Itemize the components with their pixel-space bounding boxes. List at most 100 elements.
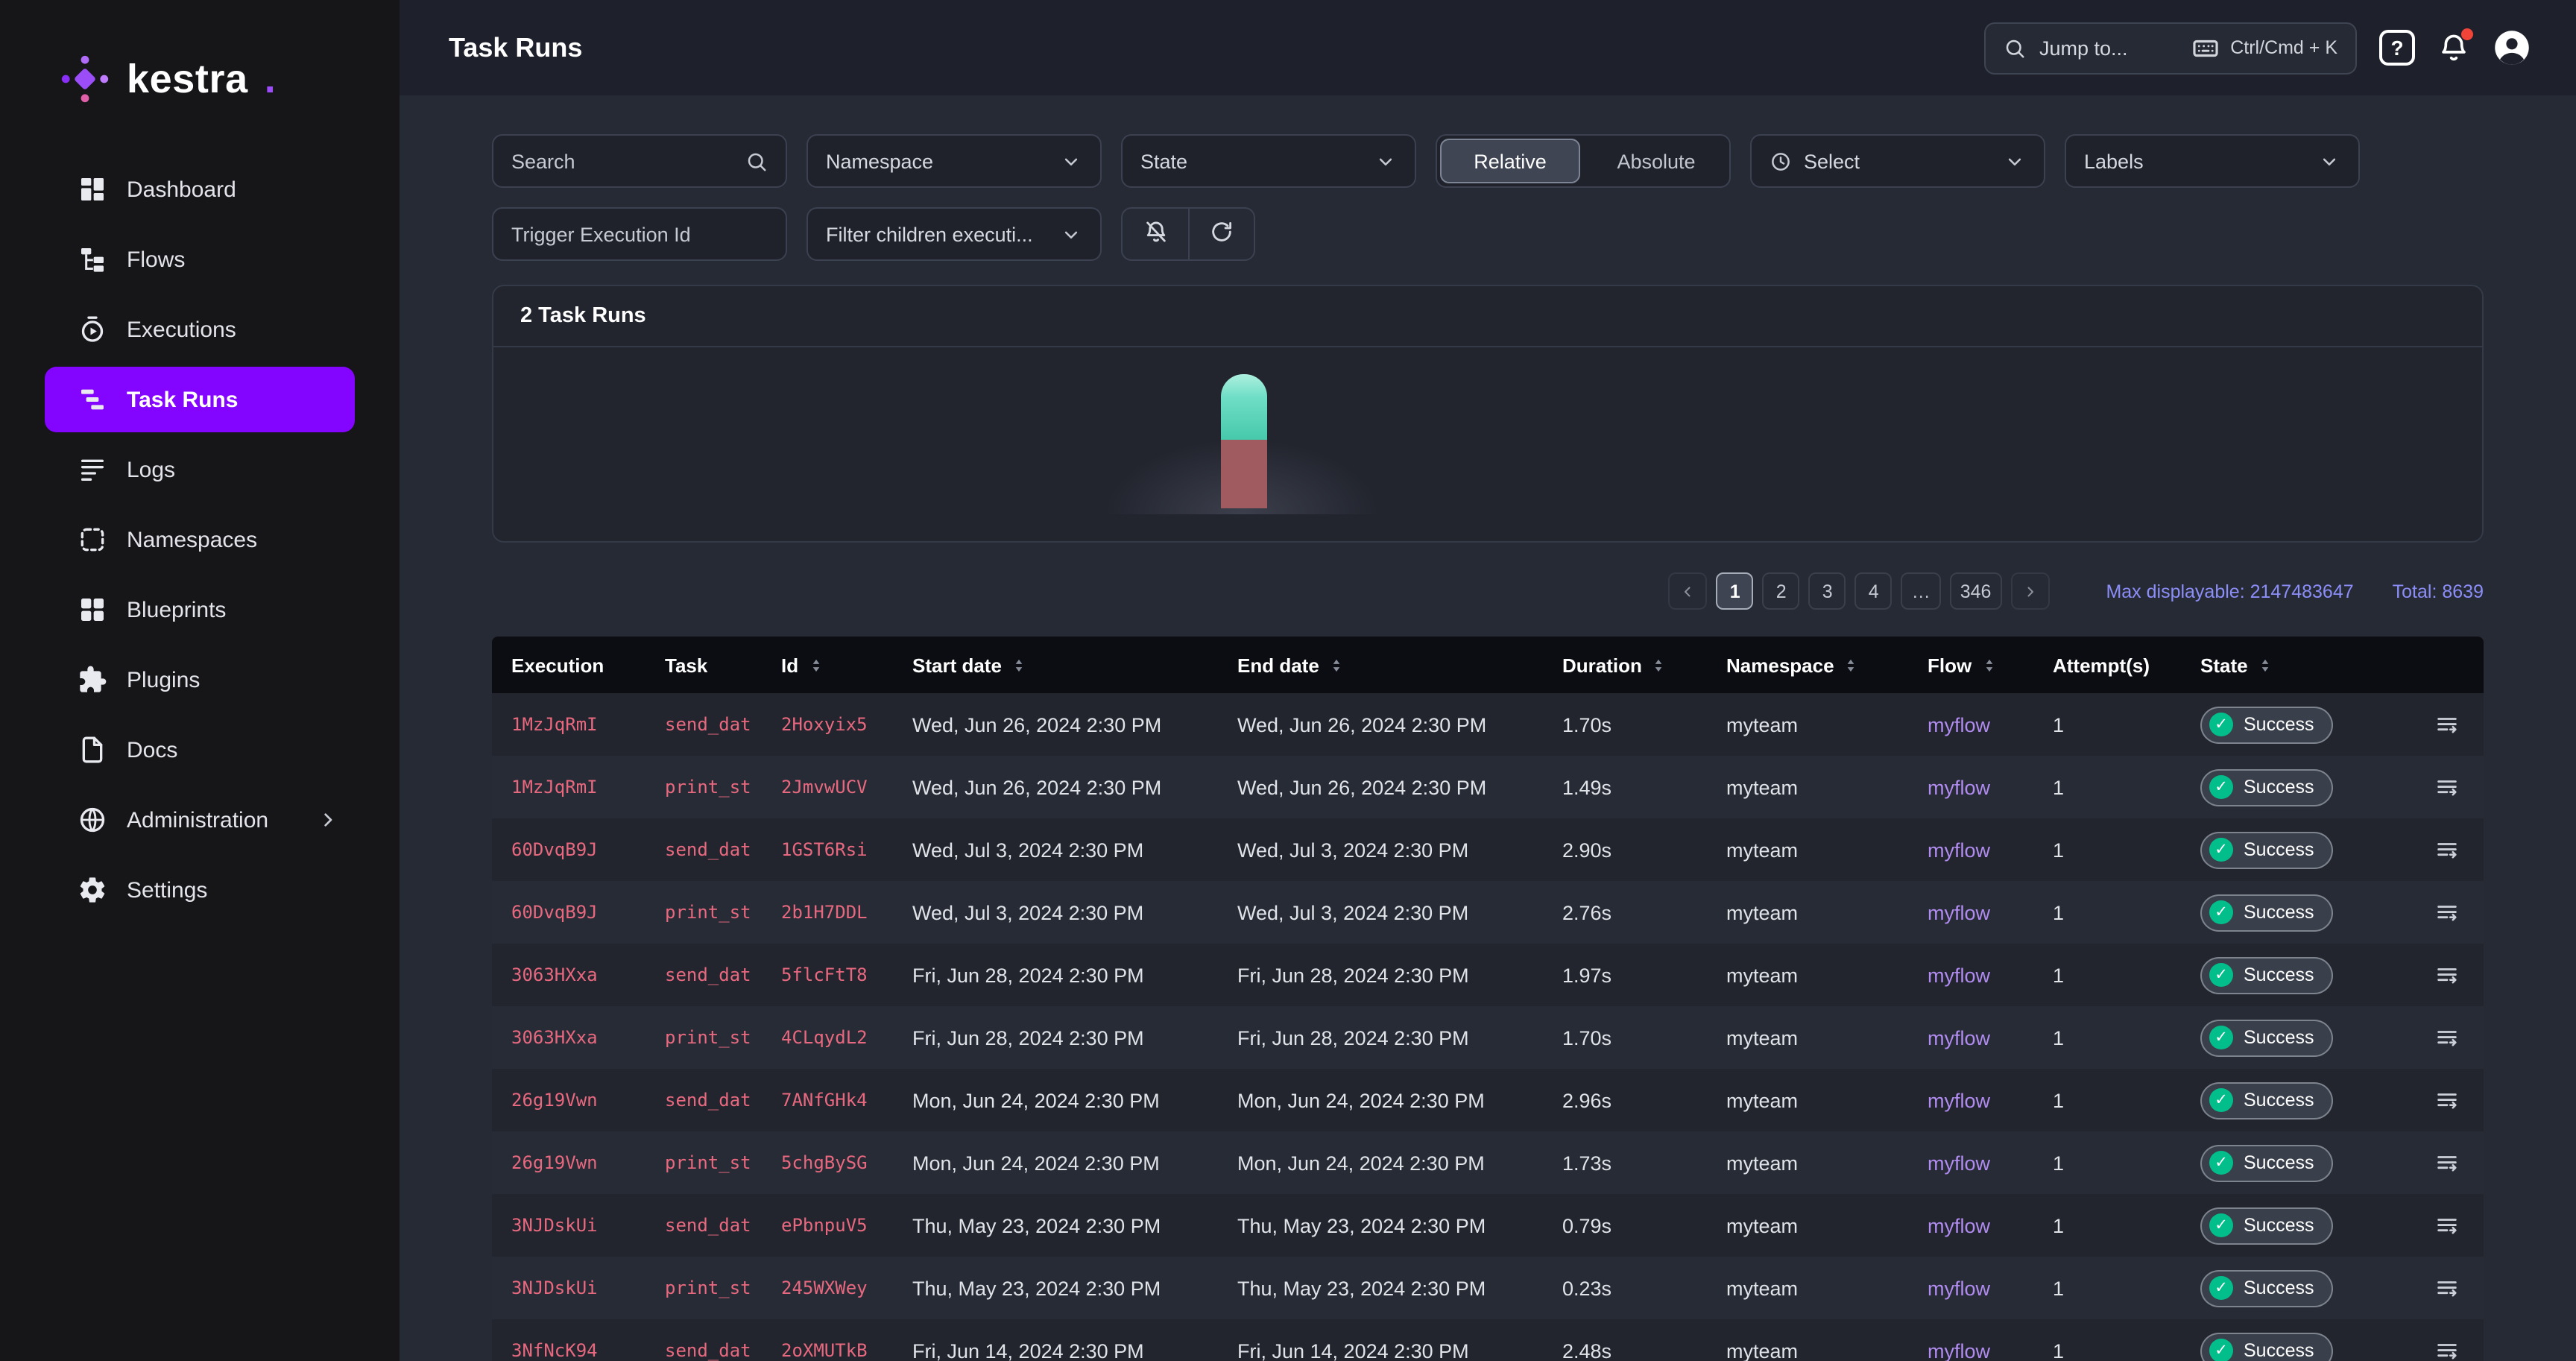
cell-actions xyxy=(2390,1025,2484,1050)
page-ellipsis-button[interactable]: … xyxy=(1901,572,1941,610)
sidebar-item-dashboard[interactable]: Dashboard xyxy=(45,157,355,222)
prev-page-button[interactable] xyxy=(1669,572,1708,610)
page-button-346[interactable]: 346 xyxy=(1950,572,2002,610)
kestra-logo[interactable]: kestra. xyxy=(0,0,400,104)
trigger-execution-id-input[interactable] xyxy=(511,223,768,245)
row-detail-icon[interactable] xyxy=(2434,1150,2460,1175)
row-detail-icon[interactable] xyxy=(2434,774,2460,800)
absolute-toggle[interactable]: Absolute xyxy=(1586,139,1726,183)
toggle-chart-button[interactable] xyxy=(1123,209,1188,259)
row-detail-icon[interactable] xyxy=(2434,1213,2460,1238)
column-end-date[interactable]: End date xyxy=(1218,654,1543,676)
cell-flow-link[interactable]: myflow xyxy=(1908,1277,2033,1299)
sort-icon[interactable] xyxy=(1979,655,1998,675)
column-flow[interactable]: Flow xyxy=(1908,654,2033,676)
row-detail-icon[interactable] xyxy=(2434,900,2460,925)
cell-execution-link[interactable]: 1MzJqRmI xyxy=(492,777,645,798)
cell-flow-link[interactable]: myflow xyxy=(1908,1089,2033,1111)
sidebar-item-task-runs[interactable]: Task Runs xyxy=(45,367,355,432)
column-start-date[interactable]: Start date xyxy=(893,654,1218,676)
help-button[interactable]: ? xyxy=(2379,30,2415,66)
refresh-button[interactable] xyxy=(1188,209,1254,259)
sidebar-item-executions[interactable]: Executions xyxy=(45,297,355,362)
cell-execution-link[interactable]: 3063HXxa xyxy=(492,1027,645,1048)
cell-attempts: 1 xyxy=(2033,1214,2181,1237)
page-button-2[interactable]: 2 xyxy=(1763,572,1800,610)
row-detail-icon[interactable] xyxy=(2434,712,2460,737)
cell-attempts: 1 xyxy=(2033,1026,2181,1049)
column-duration[interactable]: Duration xyxy=(1543,654,1707,676)
column-id[interactable]: Id xyxy=(762,654,893,676)
search-input[interactable] xyxy=(511,150,733,172)
cell-namespace: myteam xyxy=(1707,1214,1908,1237)
cell-start-date: Wed, Jun 26, 2024 2:30 PM xyxy=(893,776,1218,798)
sort-icon[interactable] xyxy=(806,655,825,675)
table-row: 3NJDskUi print_st 245WXWey Thu, May 23, … xyxy=(492,1257,2484,1319)
cell-actions xyxy=(2390,1275,2484,1301)
cell-state: ✓ Success xyxy=(2181,1019,2390,1056)
row-detail-icon[interactable] xyxy=(2434,962,2460,988)
sort-icon[interactable] xyxy=(1009,655,1029,675)
cell-execution-link[interactable]: 26g19Vwn xyxy=(492,1090,645,1111)
row-detail-icon[interactable] xyxy=(2434,1275,2460,1301)
chart-bar[interactable] xyxy=(1221,374,1267,508)
user-menu-button[interactable] xyxy=(2493,28,2531,67)
cell-flow-link[interactable]: myflow xyxy=(1908,713,2033,736)
relative-toggle[interactable]: Relative xyxy=(1440,139,1580,183)
cell-flow-link[interactable]: myflow xyxy=(1908,1026,2033,1049)
sidebar-item-blueprints[interactable]: Blueprints xyxy=(45,577,355,642)
cell-end-date: Thu, May 23, 2024 2:30 PM xyxy=(1218,1277,1543,1299)
row-detail-icon[interactable] xyxy=(2434,1338,2460,1361)
cell-flow-link[interactable]: myflow xyxy=(1908,776,2033,798)
notifications-button[interactable] xyxy=(2437,31,2470,64)
row-detail-icon[interactable] xyxy=(2434,1025,2460,1050)
cell-flow-link[interactable]: myflow xyxy=(1908,1339,2033,1361)
pagination-row: 1234…346 Max displayable: 2147483647 Tot… xyxy=(492,572,2484,610)
row-detail-icon[interactable] xyxy=(2434,1087,2460,1113)
sidebar-item-docs[interactable]: Docs xyxy=(45,717,355,783)
cell-flow-link[interactable]: myflow xyxy=(1908,839,2033,861)
sidebar-item-namespaces[interactable]: Namespaces xyxy=(45,507,355,572)
cell-actions xyxy=(2390,962,2484,988)
cell-execution-link[interactable]: 3NJDskUi xyxy=(492,1215,645,1236)
sort-icon[interactable] xyxy=(1650,655,1669,675)
state-filter[interactable]: State xyxy=(1121,134,1416,188)
cell-execution-link[interactable]: 1MzJqRmI xyxy=(492,714,645,735)
cell-execution-link[interactable]: 60DvqB9J xyxy=(492,902,645,923)
cell-flow-link[interactable]: myflow xyxy=(1908,1214,2033,1237)
executions-icon xyxy=(78,315,107,344)
plugins-icon xyxy=(78,665,107,695)
cell-attempts: 1 xyxy=(2033,1152,2181,1174)
cell-taskrun-id: 1GST6Rsi xyxy=(762,839,893,860)
cell-execution-link[interactable]: 60DvqB9J xyxy=(492,839,645,860)
page-button-1[interactable]: 1 xyxy=(1717,572,1754,610)
next-page-button[interactable] xyxy=(2010,572,2049,610)
sidebar-item-administration[interactable]: Administration xyxy=(45,787,355,853)
cell-execution-link[interactable]: 26g19Vwn xyxy=(492,1152,645,1173)
labels-filter[interactable]: Labels xyxy=(2065,134,2360,188)
cell-flow-link[interactable]: myflow xyxy=(1908,964,2033,986)
sidebar-item-logs[interactable]: Logs xyxy=(45,437,355,502)
cell-task: print_st xyxy=(645,1278,762,1298)
cell-flow-link[interactable]: myflow xyxy=(1908,901,2033,923)
page-button-3[interactable]: 3 xyxy=(1809,572,1846,610)
jump-to-search[interactable]: Jump to... Ctrl/Cmd + K xyxy=(1984,22,2357,74)
cell-execution-link[interactable]: 3063HXxa xyxy=(492,964,645,985)
namespace-filter[interactable]: Namespace xyxy=(806,134,1102,188)
sort-icon[interactable] xyxy=(1327,655,1346,675)
sidebar-item-plugins[interactable]: Plugins xyxy=(45,647,355,713)
column-state[interactable]: State xyxy=(2181,654,2390,676)
cell-end-date: Fri, Jun 28, 2024 2:30 PM xyxy=(1218,1026,1543,1049)
sidebar-item-flows[interactable]: Flows xyxy=(45,227,355,292)
page-button-4[interactable]: 4 xyxy=(1855,572,1892,610)
sort-icon[interactable] xyxy=(1842,655,1861,675)
sidebar-item-settings[interactable]: Settings xyxy=(45,857,355,923)
sort-icon[interactable] xyxy=(2255,655,2275,675)
filter-children-select[interactable]: Filter children executi... xyxy=(806,207,1102,261)
cell-execution-link[interactable]: 3NJDskUi xyxy=(492,1278,645,1298)
cell-execution-link[interactable]: 3NfNcK94 xyxy=(492,1340,645,1361)
column-namespace[interactable]: Namespace xyxy=(1707,654,1908,676)
cell-flow-link[interactable]: myflow xyxy=(1908,1152,2033,1174)
row-detail-icon[interactable] xyxy=(2434,837,2460,862)
time-range-select[interactable]: Select xyxy=(1750,134,2045,188)
